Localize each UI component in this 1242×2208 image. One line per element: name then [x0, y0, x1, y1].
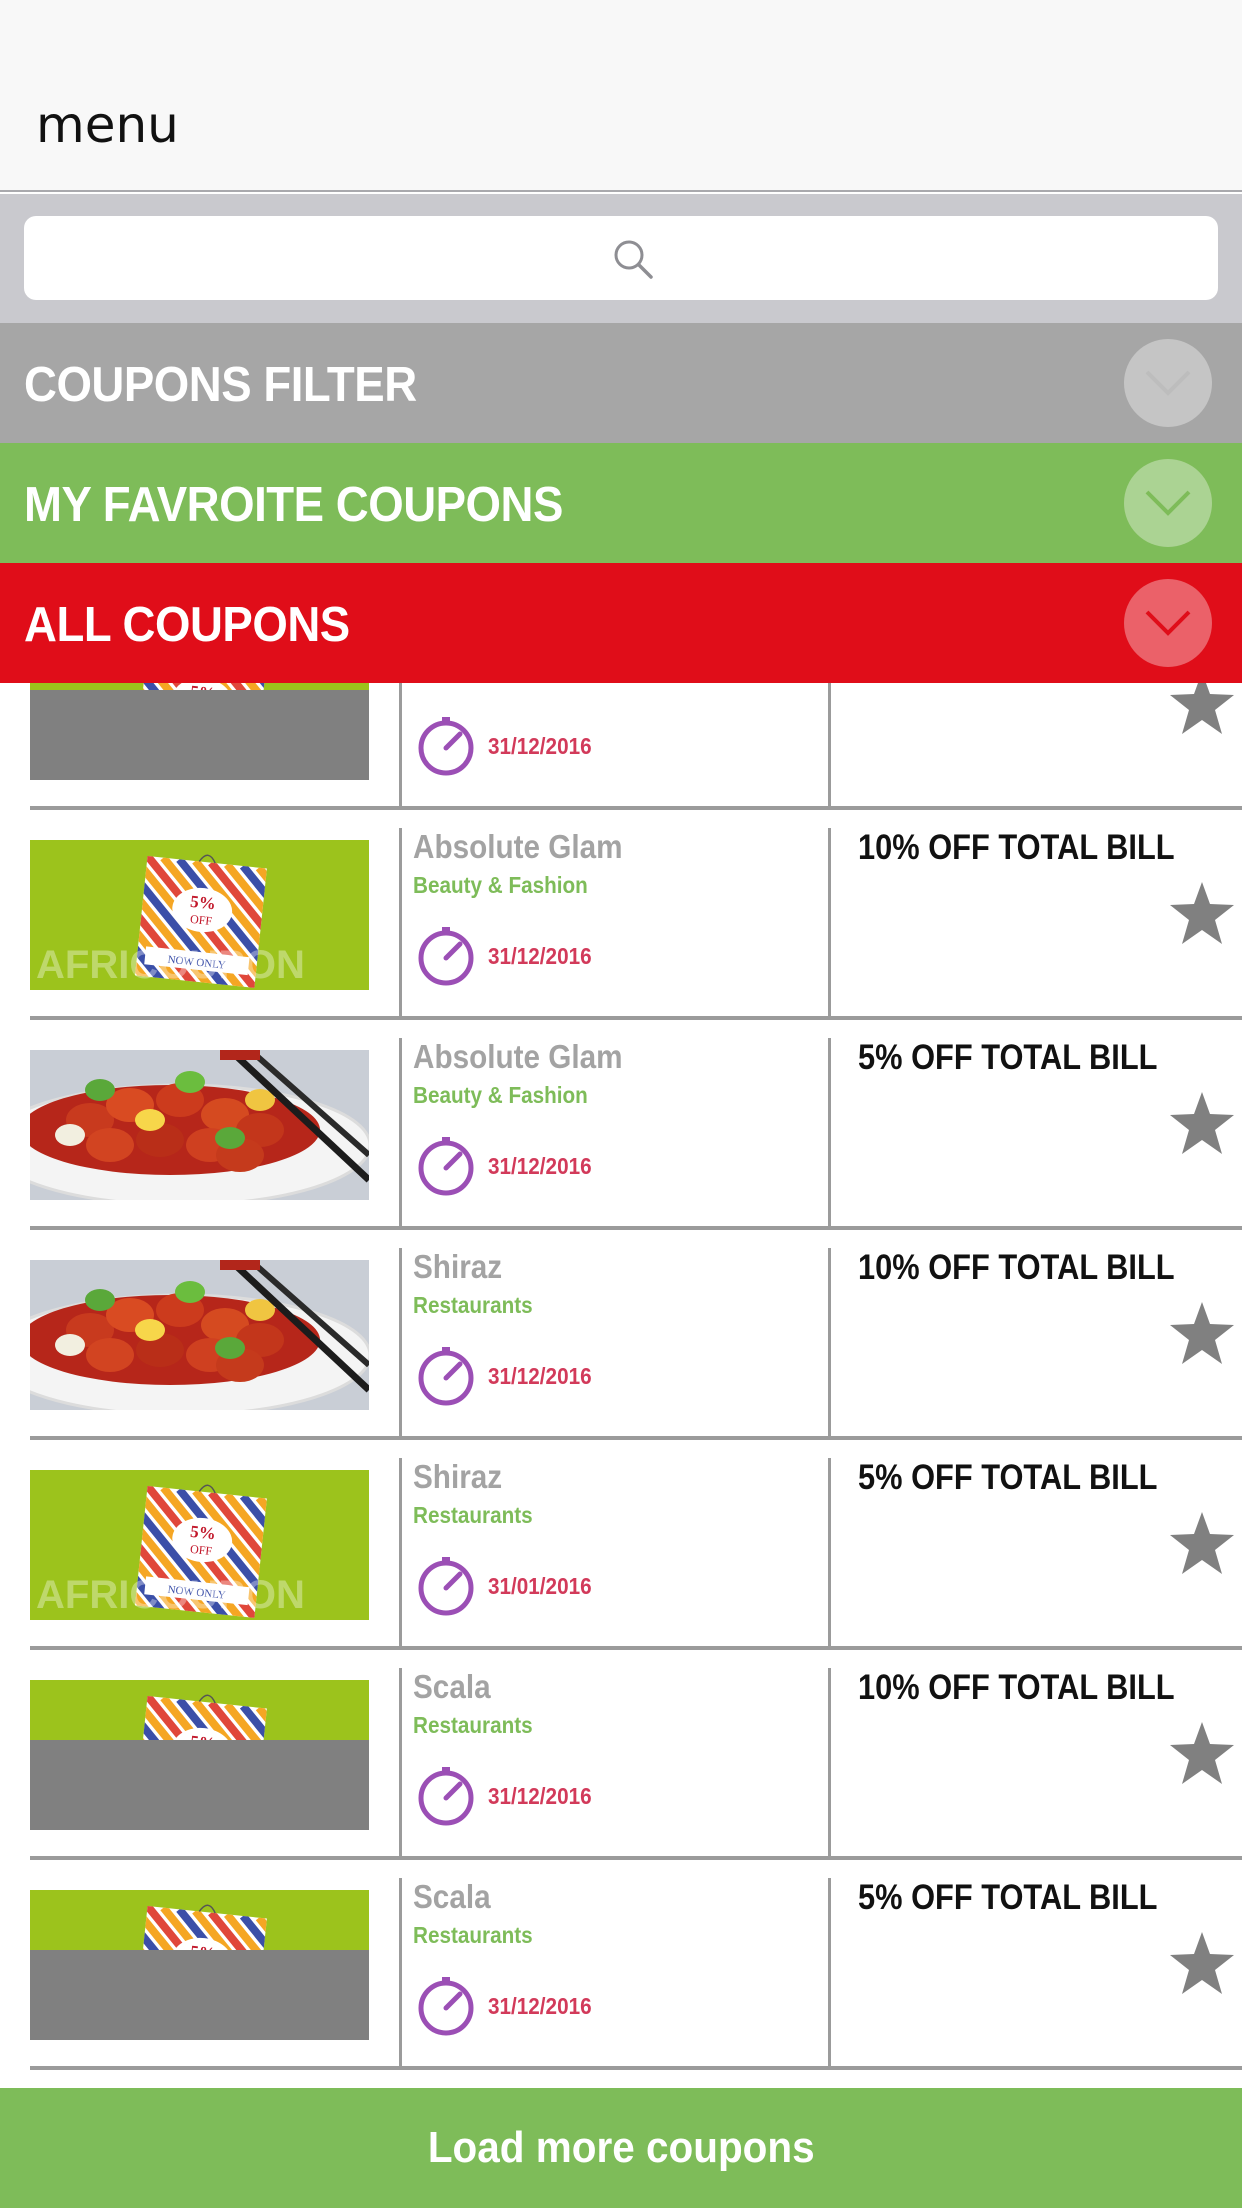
- merchant-name: Absolute Glam: [413, 1038, 623, 1075]
- svg-text:AFRICOUPON: AFRICOUPON: [36, 1573, 305, 1617]
- divider: [828, 1038, 831, 1230]
- coupon-row[interactable]: 5%OFFNOW ONLYAFRICOUPON Scala Restaurants 3…: [0, 1860, 1242, 2070]
- divider: [828, 1248, 831, 1440]
- divider: [399, 1878, 402, 2070]
- favorite-star-icon[interactable]: [1168, 1090, 1236, 1156]
- coupon-image: 5%OFFNOW ONLYAFRICOUPON: [30, 1680, 369, 1830]
- svg-text:AFRICOUPON: AFRICOUPON: [36, 943, 305, 987]
- merchant-category: Restaurants: [413, 1712, 533, 1738]
- section-title: ALL COUPONS: [24, 598, 350, 652]
- load-more-button[interactable]: Load more coupons: [0, 2088, 1242, 2208]
- offer-text: 10% OFF TOTAL BILL: [858, 1668, 1175, 1707]
- expiry-date: 31/12/2016: [488, 1783, 592, 1809]
- all-coupons-section[interactable]: ALL COUPONS: [0, 563, 1242, 683]
- merchant-category: Restaurants: [413, 683, 533, 689]
- coupon-image: 5%OFFNOW ONLYAFRICOUPON: [30, 1470, 369, 1620]
- merchant-category: Beauty & Fashion: [413, 872, 588, 898]
- divider: [828, 1878, 831, 2070]
- coupon-row[interactable]: 5%OFFNOW ONLYAFRICOUPON Scala Restaurants 3…: [0, 1650, 1242, 1860]
- favorite-star-icon[interactable]: [1168, 1510, 1236, 1576]
- favorite-coupons-section[interactable]: MY FAVROITE COUPONS: [0, 443, 1242, 563]
- merchant-name: Scala: [413, 1668, 491, 1705]
- divider: [399, 828, 402, 1020]
- coupon-row[interactable]: Absolute Glam Beauty & Fashion 31/12/2016 5…: [0, 1020, 1242, 1230]
- merchant-category: Restaurants: [413, 1922, 533, 1948]
- coupon-row[interactable]: 5% OFF NOW ONLY AFRICOUPON Absolute Glam Beau…: [0, 810, 1242, 1020]
- timer-icon: [418, 1557, 474, 1616]
- coupon-row[interactable]: 5%OFFNOW ONLYAFRICOUPON Restaurants 31/12/…: [0, 683, 1242, 810]
- expiry-date: 31/12/2016: [488, 943, 592, 969]
- timer-icon: [418, 1977, 474, 2036]
- merchant-name: Shiraz: [413, 1248, 503, 1285]
- svg-text:OFF: OFF: [189, 1542, 213, 1558]
- offer-text: 10% OFF TOTAL BILL: [858, 828, 1175, 867]
- divider: [399, 683, 402, 810]
- divider: [399, 1458, 402, 1650]
- svg-text:5%: 5%: [189, 1522, 216, 1544]
- offer-text: 5% OFF TOTAL BILL: [858, 1458, 1158, 1497]
- timer-icon: [418, 927, 474, 986]
- timer-icon: [418, 717, 474, 776]
- offer-text: 10% OFF TOTAL BILL: [858, 1248, 1175, 1287]
- offer-text: 5% OFF TOTAL BILL: [858, 1038, 1158, 1077]
- expiry-date: 31/12/2016: [488, 1993, 592, 2019]
- expiry-date: 31/12/2016: [488, 733, 592, 759]
- favorite-star-icon[interactable]: [1168, 1930, 1236, 1996]
- timer-icon: [418, 1137, 474, 1196]
- search-bar: [0, 194, 1242, 323]
- expiry-date: 31/12/2016: [488, 1153, 592, 1179]
- top-bar: menu: [0, 0, 1242, 192]
- merchant-name: Shiraz: [413, 1458, 503, 1495]
- section-title: COUPONS FILTER: [24, 358, 417, 412]
- merchant-category: Restaurants: [413, 1502, 533, 1528]
- chevron-down-icon[interactable]: [1124, 339, 1212, 427]
- expiry-date: 31/01/2016: [488, 1573, 592, 1599]
- divider: [399, 1038, 402, 1230]
- divider: [399, 1248, 402, 1440]
- coupon-row[interactable]: Shiraz Restaurants 31/12/2016 10% OFF TOTAL…: [0, 1230, 1242, 1440]
- merchant-category: Restaurants: [413, 1292, 533, 1318]
- section-title: MY FAVROITE COUPONS: [24, 478, 563, 532]
- coupon-image: [30, 1050, 369, 1200]
- merchant-name: Absolute Glam: [413, 828, 623, 865]
- offer-text: 5% OFF TOTAL BILL: [858, 1878, 1158, 1917]
- divider: [828, 1668, 831, 1860]
- timer-icon: [418, 1767, 474, 1826]
- favorite-star-icon[interactable]: [1168, 683, 1236, 736]
- divider: [828, 1458, 831, 1650]
- search-icon: [614, 240, 653, 279]
- favorite-star-icon[interactable]: [1168, 880, 1236, 946]
- favorite-star-icon[interactable]: [1168, 1720, 1236, 1786]
- expiry-date: 31/12/2016: [488, 1363, 592, 1389]
- menu-button[interactable]: menu: [36, 96, 179, 154]
- timer-icon: [418, 1347, 474, 1406]
- chevron-down-icon[interactable]: [1124, 459, 1212, 547]
- chevron-down-icon[interactable]: [1124, 579, 1212, 667]
- merchant-category: Beauty & Fashion: [413, 1082, 588, 1108]
- coupon-image: 5%OFFNOW ONLYAFRICOUPON: [30, 683, 369, 780]
- favorite-star-icon[interactable]: [1168, 1300, 1236, 1366]
- coupon-row[interactable]: 5% OFF NOW ONLY AFRICOUPON Shiraz Restaurants…: [0, 1440, 1242, 1650]
- coupon-image: 5%OFFNOW ONLYAFRICOUPON: [30, 1890, 369, 2040]
- divider: [828, 683, 831, 810]
- row-divider: [30, 2066, 1242, 2070]
- coupon-image: 5%OFFNOW ONLYAFRICOUPON: [30, 840, 369, 990]
- merchant-name: Scala: [413, 1878, 491, 1915]
- svg-text:OFF: OFF: [189, 912, 213, 928]
- coupon-list[interactable]: 5%OFFNOW ONLYAFRICOUPON Restaurants 31/12/…: [0, 683, 1242, 2087]
- coupons-filter-section[interactable]: COUPONS FILTER: [0, 323, 1242, 443]
- divider: [828, 828, 831, 1020]
- load-more-label: Load more coupons: [427, 2123, 815, 2172]
- coupon-image: [30, 1260, 369, 1410]
- svg-text:5%: 5%: [189, 892, 216, 914]
- divider: [399, 1668, 402, 1860]
- search-input[interactable]: [24, 216, 1218, 300]
